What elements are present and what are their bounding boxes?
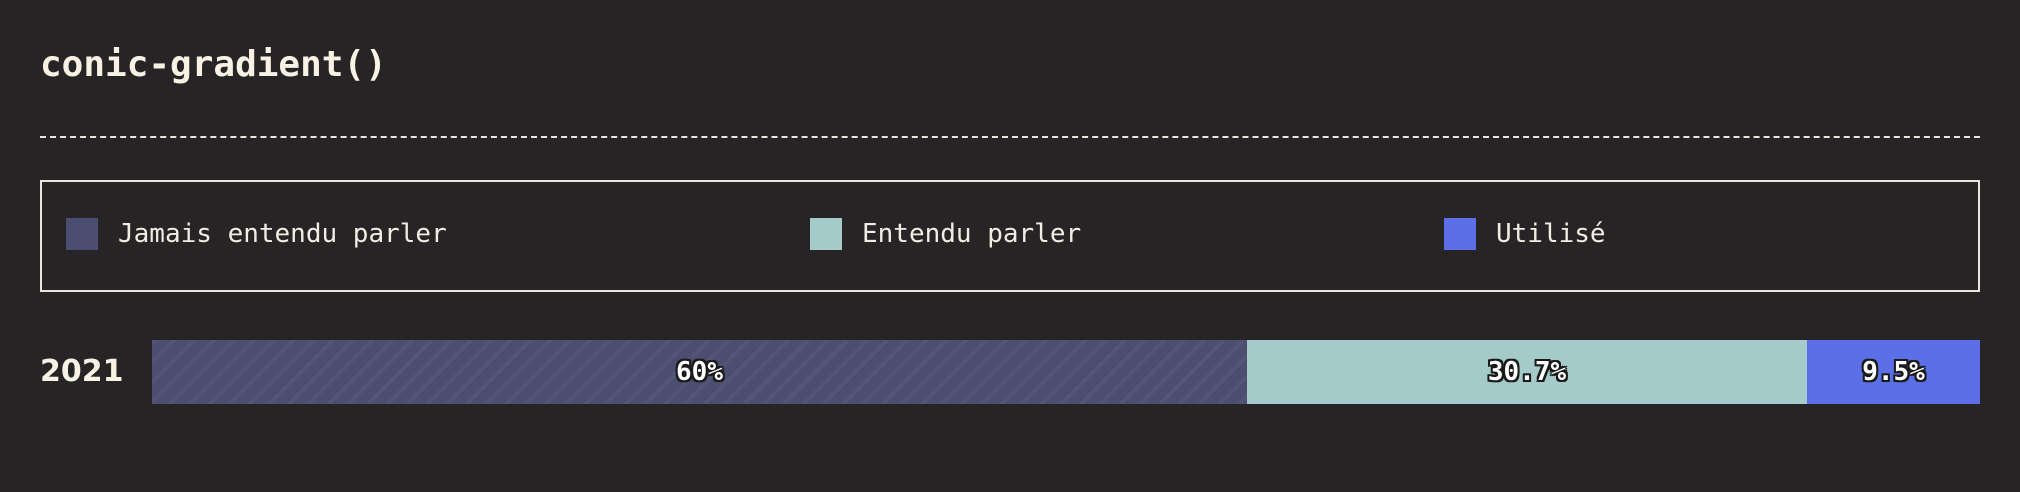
legend-item-entendu[interactable]: Entendu parler bbox=[810, 218, 1081, 250]
chart-title: conic-gradient() bbox=[40, 44, 387, 85]
legend-label-utilise: Utilisé bbox=[1496, 219, 1606, 249]
bar-segment-entendu[interactable]: 30.7% bbox=[1247, 340, 1807, 404]
category-label-2021: 2021 bbox=[40, 354, 124, 389]
bar-segment-utilise[interactable]: 9.5% bbox=[1807, 340, 1980, 404]
legend-swatch-entendu bbox=[810, 218, 842, 250]
stacked-bar: 60% 30.7% 9.5% bbox=[152, 340, 1980, 404]
data-label-jamais: 60% bbox=[676, 357, 723, 387]
legend-item-utilise[interactable]: Utilisé bbox=[1444, 218, 1606, 250]
legend: Jamais entendu parler Entendu parler Uti… bbox=[40, 180, 1980, 292]
data-label-utilise: 9.5% bbox=[1862, 357, 1925, 387]
dashed-divider bbox=[40, 136, 1980, 138]
legend-label-entendu: Entendu parler bbox=[862, 219, 1082, 249]
bar-row-2021: 2021 60% 30.7% 9.5% bbox=[40, 340, 1980, 404]
bar-segment-jamais[interactable]: 60% bbox=[152, 340, 1247, 404]
legend-item-jamais[interactable]: Jamais entendu parler bbox=[66, 218, 447, 250]
legend-swatch-utilise bbox=[1444, 218, 1476, 250]
legend-swatch-jamais bbox=[66, 218, 98, 250]
legend-label-jamais: Jamais entendu parler bbox=[118, 219, 447, 249]
data-label-entendu: 30.7% bbox=[1487, 357, 1567, 387]
